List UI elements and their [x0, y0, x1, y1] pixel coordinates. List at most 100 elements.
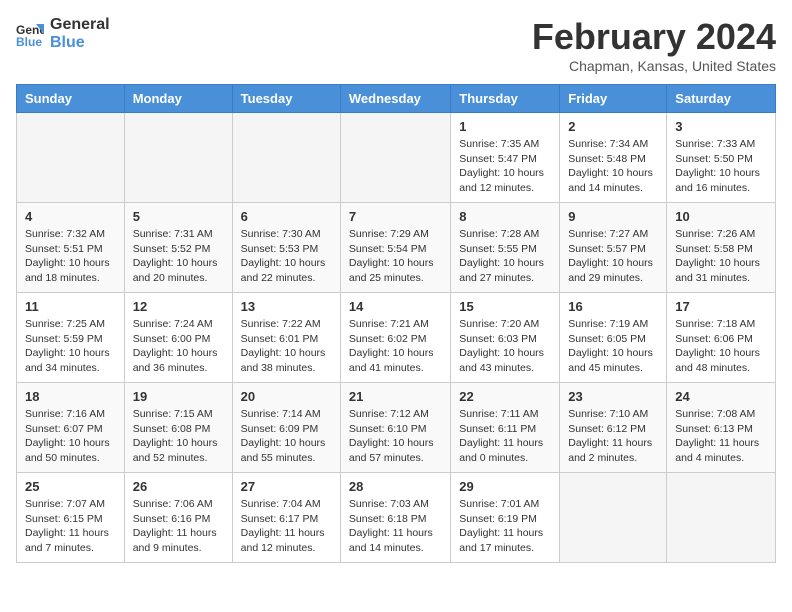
day-number: 7: [349, 209, 442, 224]
day-detail: Sunrise: 7:06 AM Sunset: 6:16 PM Dayligh…: [133, 497, 224, 556]
calendar-cell: 16 Sunrise: 7:19 AM Sunset: 6:05 PM Dayli…: [560, 293, 667, 383]
day-number: 16: [568, 299, 658, 314]
calendar-cell: 25 Sunrise: 7:07 AM Sunset: 6:15 PM Dayli…: [17, 473, 125, 563]
day-header-friday: Friday: [560, 85, 667, 113]
day-detail: Sunrise: 7:07 AM Sunset: 6:15 PM Dayligh…: [25, 497, 116, 556]
day-header-saturday: Saturday: [667, 85, 776, 113]
title-block: February 2024 Chapman, Kansas, United St…: [532, 16, 776, 74]
day-number: 14: [349, 299, 442, 314]
calendar-cell: 24 Sunrise: 7:08 AM Sunset: 6:13 PM Dayli…: [667, 383, 776, 473]
day-number: 5: [133, 209, 224, 224]
day-detail: Sunrise: 7:24 AM Sunset: 6:00 PM Dayligh…: [133, 317, 224, 376]
day-detail: Sunrise: 7:15 AM Sunset: 6:08 PM Dayligh…: [133, 407, 224, 466]
calendar-cell: 4Sunrise: 7:32 AM Sunset: 5:51 PM Daylig…: [17, 203, 125, 293]
week-row-3: 11 Sunrise: 7:25 AM Sunset: 5:59 PM Dayli…: [17, 293, 776, 383]
day-number: 24: [675, 389, 767, 404]
calendar-cell: 15 Sunrise: 7:20 AM Sunset: 6:03 PM Dayli…: [451, 293, 560, 383]
calendar-cell: 7 Sunrise: 7:29 AM Sunset: 5:54 PM Daylig…: [340, 203, 450, 293]
day-number: 4: [25, 209, 116, 224]
page-header: General Blue General Blue February 2024 …: [16, 16, 776, 74]
day-detail: Sunrise: 7:29 AM Sunset: 5:54 PM Dayligh…: [349, 227, 442, 286]
calendar-cell: 1 Sunrise: 7:35 AM Sunset: 5:47 PM Daylig…: [451, 113, 560, 203]
day-number: 15: [459, 299, 551, 314]
day-detail: Sunrise: 7:18 AM Sunset: 6:06 PM Dayligh…: [675, 317, 767, 376]
day-number: 25: [25, 479, 116, 494]
day-detail: Sunrise: 7:22 AM Sunset: 6:01 PM Dayligh…: [241, 317, 332, 376]
week-row-1: 1 Sunrise: 7:35 AM Sunset: 5:47 PM Daylig…: [17, 113, 776, 203]
month-title: February 2024: [532, 16, 776, 58]
calendar-cell: 5 Sunrise: 7:31 AM Sunset: 5:52 PM Daylig…: [124, 203, 232, 293]
calendar-cell: 10 Sunrise: 7:26 AM Sunset: 5:58 PM Dayli…: [667, 203, 776, 293]
calendar-cell: 8Sunrise: 7:28 AM Sunset: 5:55 PM Daylig…: [451, 203, 560, 293]
day-detail: Sunrise: 7:01 AM Sunset: 6:19 PM Dayligh…: [459, 497, 551, 556]
day-number: 9: [568, 209, 658, 224]
day-number: 6: [241, 209, 332, 224]
week-row-4: 18 Sunrise: 7:16 AM Sunset: 6:07 PM Dayli…: [17, 383, 776, 473]
day-number: 22: [459, 389, 551, 404]
day-number: 29: [459, 479, 551, 494]
calendar-cell: 18 Sunrise: 7:16 AM Sunset: 6:07 PM Dayli…: [17, 383, 125, 473]
calendar-cell: 22 Sunrise: 7:11 AM Sunset: 6:11 PM Dayli…: [451, 383, 560, 473]
logo-text-blue: Blue: [50, 34, 110, 52]
calendar-cell: 19 Sunrise: 7:15 AM Sunset: 6:08 PM Dayli…: [124, 383, 232, 473]
day-header-wednesday: Wednesday: [340, 85, 450, 113]
day-detail: Sunrise: 7:31 AM Sunset: 5:52 PM Dayligh…: [133, 227, 224, 286]
week-row-5: 25 Sunrise: 7:07 AM Sunset: 6:15 PM Dayli…: [17, 473, 776, 563]
day-number: 21: [349, 389, 442, 404]
calendar-cell: [17, 113, 125, 203]
day-number: 3: [675, 119, 767, 134]
calendar-table: SundayMondayTuesdayWednesdayThursdayFrid…: [16, 84, 776, 563]
day-detail: Sunrise: 7:08 AM Sunset: 6:13 PM Dayligh…: [675, 407, 767, 466]
day-number: 19: [133, 389, 224, 404]
calendar-cell: 29 Sunrise: 7:01 AM Sunset: 6:19 PM Dayli…: [451, 473, 560, 563]
day-number: 20: [241, 389, 332, 404]
day-number: 1: [459, 119, 551, 134]
days-header-row: SundayMondayTuesdayWednesdayThursdayFrid…: [17, 85, 776, 113]
day-detail: Sunrise: 7:04 AM Sunset: 6:17 PM Dayligh…: [241, 497, 332, 556]
day-number: 17: [675, 299, 767, 314]
calendar-cell: 3 Sunrise: 7:33 AM Sunset: 5:50 PM Daylig…: [667, 113, 776, 203]
day-number: 11: [25, 299, 116, 314]
day-detail: Sunrise: 7:21 AM Sunset: 6:02 PM Dayligh…: [349, 317, 442, 376]
day-header-tuesday: Tuesday: [232, 85, 340, 113]
day-detail: Sunrise: 7:11 AM Sunset: 6:11 PM Dayligh…: [459, 407, 551, 466]
calendar-cell: 27 Sunrise: 7:04 AM Sunset: 6:17 PM Dayli…: [232, 473, 340, 563]
calendar-cell: 9 Sunrise: 7:27 AM Sunset: 5:57 PM Daylig…: [560, 203, 667, 293]
calendar-cell: 26 Sunrise: 7:06 AM Sunset: 6:16 PM Dayli…: [124, 473, 232, 563]
location: Chapman, Kansas, United States: [532, 58, 776, 74]
day-detail: Sunrise: 7:30 AM Sunset: 5:53 PM Dayligh…: [241, 227, 332, 286]
day-detail: Sunrise: 7:03 AM Sunset: 6:18 PM Dayligh…: [349, 497, 442, 556]
day-detail: Sunrise: 7:34 AM Sunset: 5:48 PM Dayligh…: [568, 137, 658, 196]
day-detail: Sunrise: 7:20 AM Sunset: 6:03 PM Dayligh…: [459, 317, 551, 376]
day-detail: Sunrise: 7:33 AM Sunset: 5:50 PM Dayligh…: [675, 137, 767, 196]
day-detail: Sunrise: 7:25 AM Sunset: 5:59 PM Dayligh…: [25, 317, 116, 376]
day-number: 18: [25, 389, 116, 404]
calendar-cell: [667, 473, 776, 563]
day-detail: Sunrise: 7:19 AM Sunset: 6:05 PM Dayligh…: [568, 317, 658, 376]
logo-text-general: General: [50, 16, 110, 34]
calendar-cell: 20Sunrise: 7:14 AM Sunset: 6:09 PM Dayli…: [232, 383, 340, 473]
day-number: 13: [241, 299, 332, 314]
day-number: 26: [133, 479, 224, 494]
day-header-monday: Monday: [124, 85, 232, 113]
calendar-cell: 28 Sunrise: 7:03 AM Sunset: 6:18 PM Dayli…: [340, 473, 450, 563]
day-number: 10: [675, 209, 767, 224]
day-number: 23: [568, 389, 658, 404]
calendar-cell: 2Sunrise: 7:34 AM Sunset: 5:48 PM Daylig…: [560, 113, 667, 203]
day-detail: Sunrise: 7:16 AM Sunset: 6:07 PM Dayligh…: [25, 407, 116, 466]
day-header-thursday: Thursday: [451, 85, 560, 113]
calendar-cell: [232, 113, 340, 203]
day-number: 28: [349, 479, 442, 494]
logo: General Blue General Blue: [16, 16, 110, 51]
calendar-cell: 13 Sunrise: 7:22 AM Sunset: 6:01 PM Dayli…: [232, 293, 340, 383]
calendar-cell: 12Sunrise: 7:24 AM Sunset: 6:00 PM Dayli…: [124, 293, 232, 383]
calendar-cell: [124, 113, 232, 203]
day-detail: Sunrise: 7:35 AM Sunset: 5:47 PM Dayligh…: [459, 137, 551, 196]
day-detail: Sunrise: 7:27 AM Sunset: 5:57 PM Dayligh…: [568, 227, 658, 286]
calendar-cell: 21 Sunrise: 7:12 AM Sunset: 6:10 PM Dayli…: [340, 383, 450, 473]
calendar-cell: [340, 113, 450, 203]
day-detail: Sunrise: 7:12 AM Sunset: 6:10 PM Dayligh…: [349, 407, 442, 466]
day-detail: Sunrise: 7:26 AM Sunset: 5:58 PM Dayligh…: [675, 227, 767, 286]
day-number: 27: [241, 479, 332, 494]
week-row-2: 4Sunrise: 7:32 AM Sunset: 5:51 PM Daylig…: [17, 203, 776, 293]
